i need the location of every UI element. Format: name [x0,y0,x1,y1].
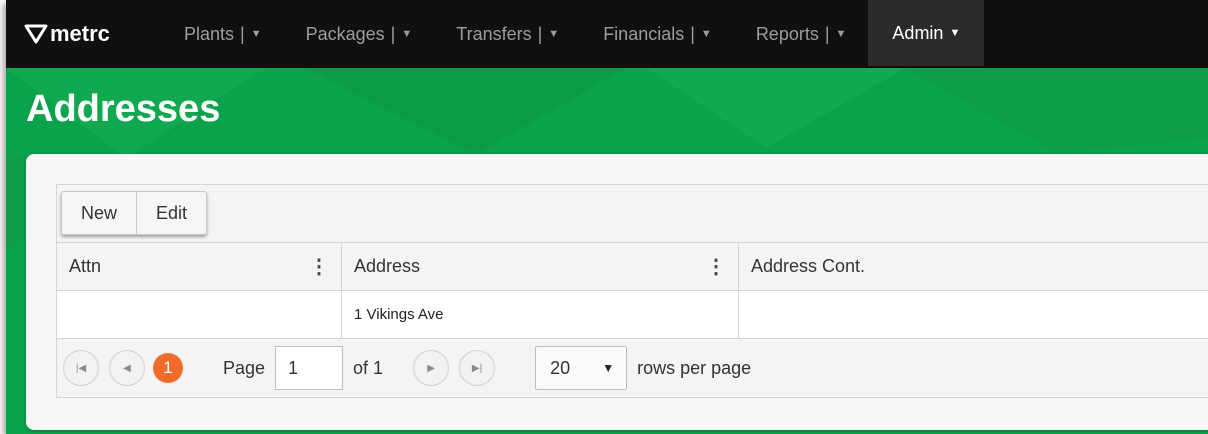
first-page-icon: |◀ [75,362,87,374]
cell-address-cont [739,291,1208,338]
nav-plants-label: Plants [184,23,235,44]
nav-separator: | [390,23,396,44]
caret-down-icon: ▼ [401,28,413,40]
nav-plants[interactable]: Plants | ▼ [162,0,284,68]
table-header: Attn ⋮ Address ⋮ Address Cont. [57,243,1208,291]
table-row[interactable]: 1 Vikings Ave [57,291,1208,339]
edit-button[interactable]: Edit [137,191,208,235]
prev-page-icon: ◀ [123,362,131,374]
column-menu-icon[interactable]: ⋮ [309,254,329,279]
caret-down-icon: ▼ [548,28,560,40]
rows-per-page-label: rows per page [637,357,752,378]
action-button-group: New Edit [61,191,208,235]
nav-separator: | [690,23,695,44]
caret-down-icon: ▼ [602,361,615,375]
last-page-icon: ▶| [471,362,483,374]
column-header-address-cont[interactable]: Address Cont. [739,243,1208,290]
caret-down-icon: ▼ [700,28,712,40]
addresses-grid: New Edit Attn ⋮ Address ⋮ Address Cont. [56,184,1208,398]
column-header-address[interactable]: Address ⋮ [342,243,739,290]
nav-admin-label: Admin [892,22,944,43]
nav-separator: | [537,23,543,44]
nav-financials[interactable]: Financials | ▼ [581,0,734,68]
nav-separator: | [824,23,830,44]
current-page-badge[interactable]: 1 [153,353,183,383]
nav-transfers-label: Transfers [456,23,532,44]
nav-financials-label: Financials [603,23,685,44]
caret-down-icon: ▼ [949,27,961,39]
page-number-input[interactable] [275,346,344,390]
brand-name: metrc [50,21,110,46]
caret-down-icon: ▼ [250,28,262,40]
column-menu-icon[interactable]: ⋮ [706,254,726,279]
nav-reports-label: Reports [755,23,819,44]
first-page-button[interactable]: |◀ [63,350,99,386]
page-label: Page [223,357,266,378]
column-header-label: Attn [69,256,102,276]
nav-transfers[interactable]: Transfers | ▼ [434,0,581,68]
top-navbar: metrc Plants | ▼ Packages | ▼ Transfers … [6,0,1208,68]
metrc-logo-icon [24,24,48,44]
new-button[interactable]: New [61,191,138,235]
prev-page-button[interactable]: ◀ [109,350,145,386]
column-header-label: Address Cont. [751,256,866,276]
page-count-text: of 1 [353,357,384,378]
caret-down-icon: ▼ [835,28,847,40]
nav-packages-label: Packages [305,23,385,44]
nav-admin[interactable]: Admin ▼ [868,0,985,66]
page-title: Addresses [26,88,221,130]
next-page-icon: ▶ [427,362,435,374]
grid-toolbar: New Edit [57,185,1208,243]
brand-logo[interactable]: metrc [6,0,162,68]
app-window: metrc Plants | ▼ Packages | ▼ Transfers … [6,0,1208,434]
nav-packages[interactable]: Packages | ▼ [284,0,435,68]
cell-attn [57,291,342,338]
rows-per-page-select[interactable]: 20 ▼ [535,346,628,390]
last-page-button[interactable]: ▶| [459,350,496,386]
column-header-attn[interactable]: Attn ⋮ [57,243,342,290]
next-page-button[interactable]: ▶ [413,350,450,386]
nav-separator: | [240,23,245,44]
rows-per-page-value: 20 [550,357,571,378]
content-panel: New Edit Attn ⋮ Address ⋮ Address Cont. [26,154,1208,430]
grid-pager: |◀ ◀ 1 Page of 1 ▶ ▶| 20 ▼ r [57,339,1208,397]
cell-address: 1 Vikings Ave [342,291,739,338]
nav-reports[interactable]: Reports | ▼ [734,0,869,68]
column-header-label: Address [354,256,421,276]
